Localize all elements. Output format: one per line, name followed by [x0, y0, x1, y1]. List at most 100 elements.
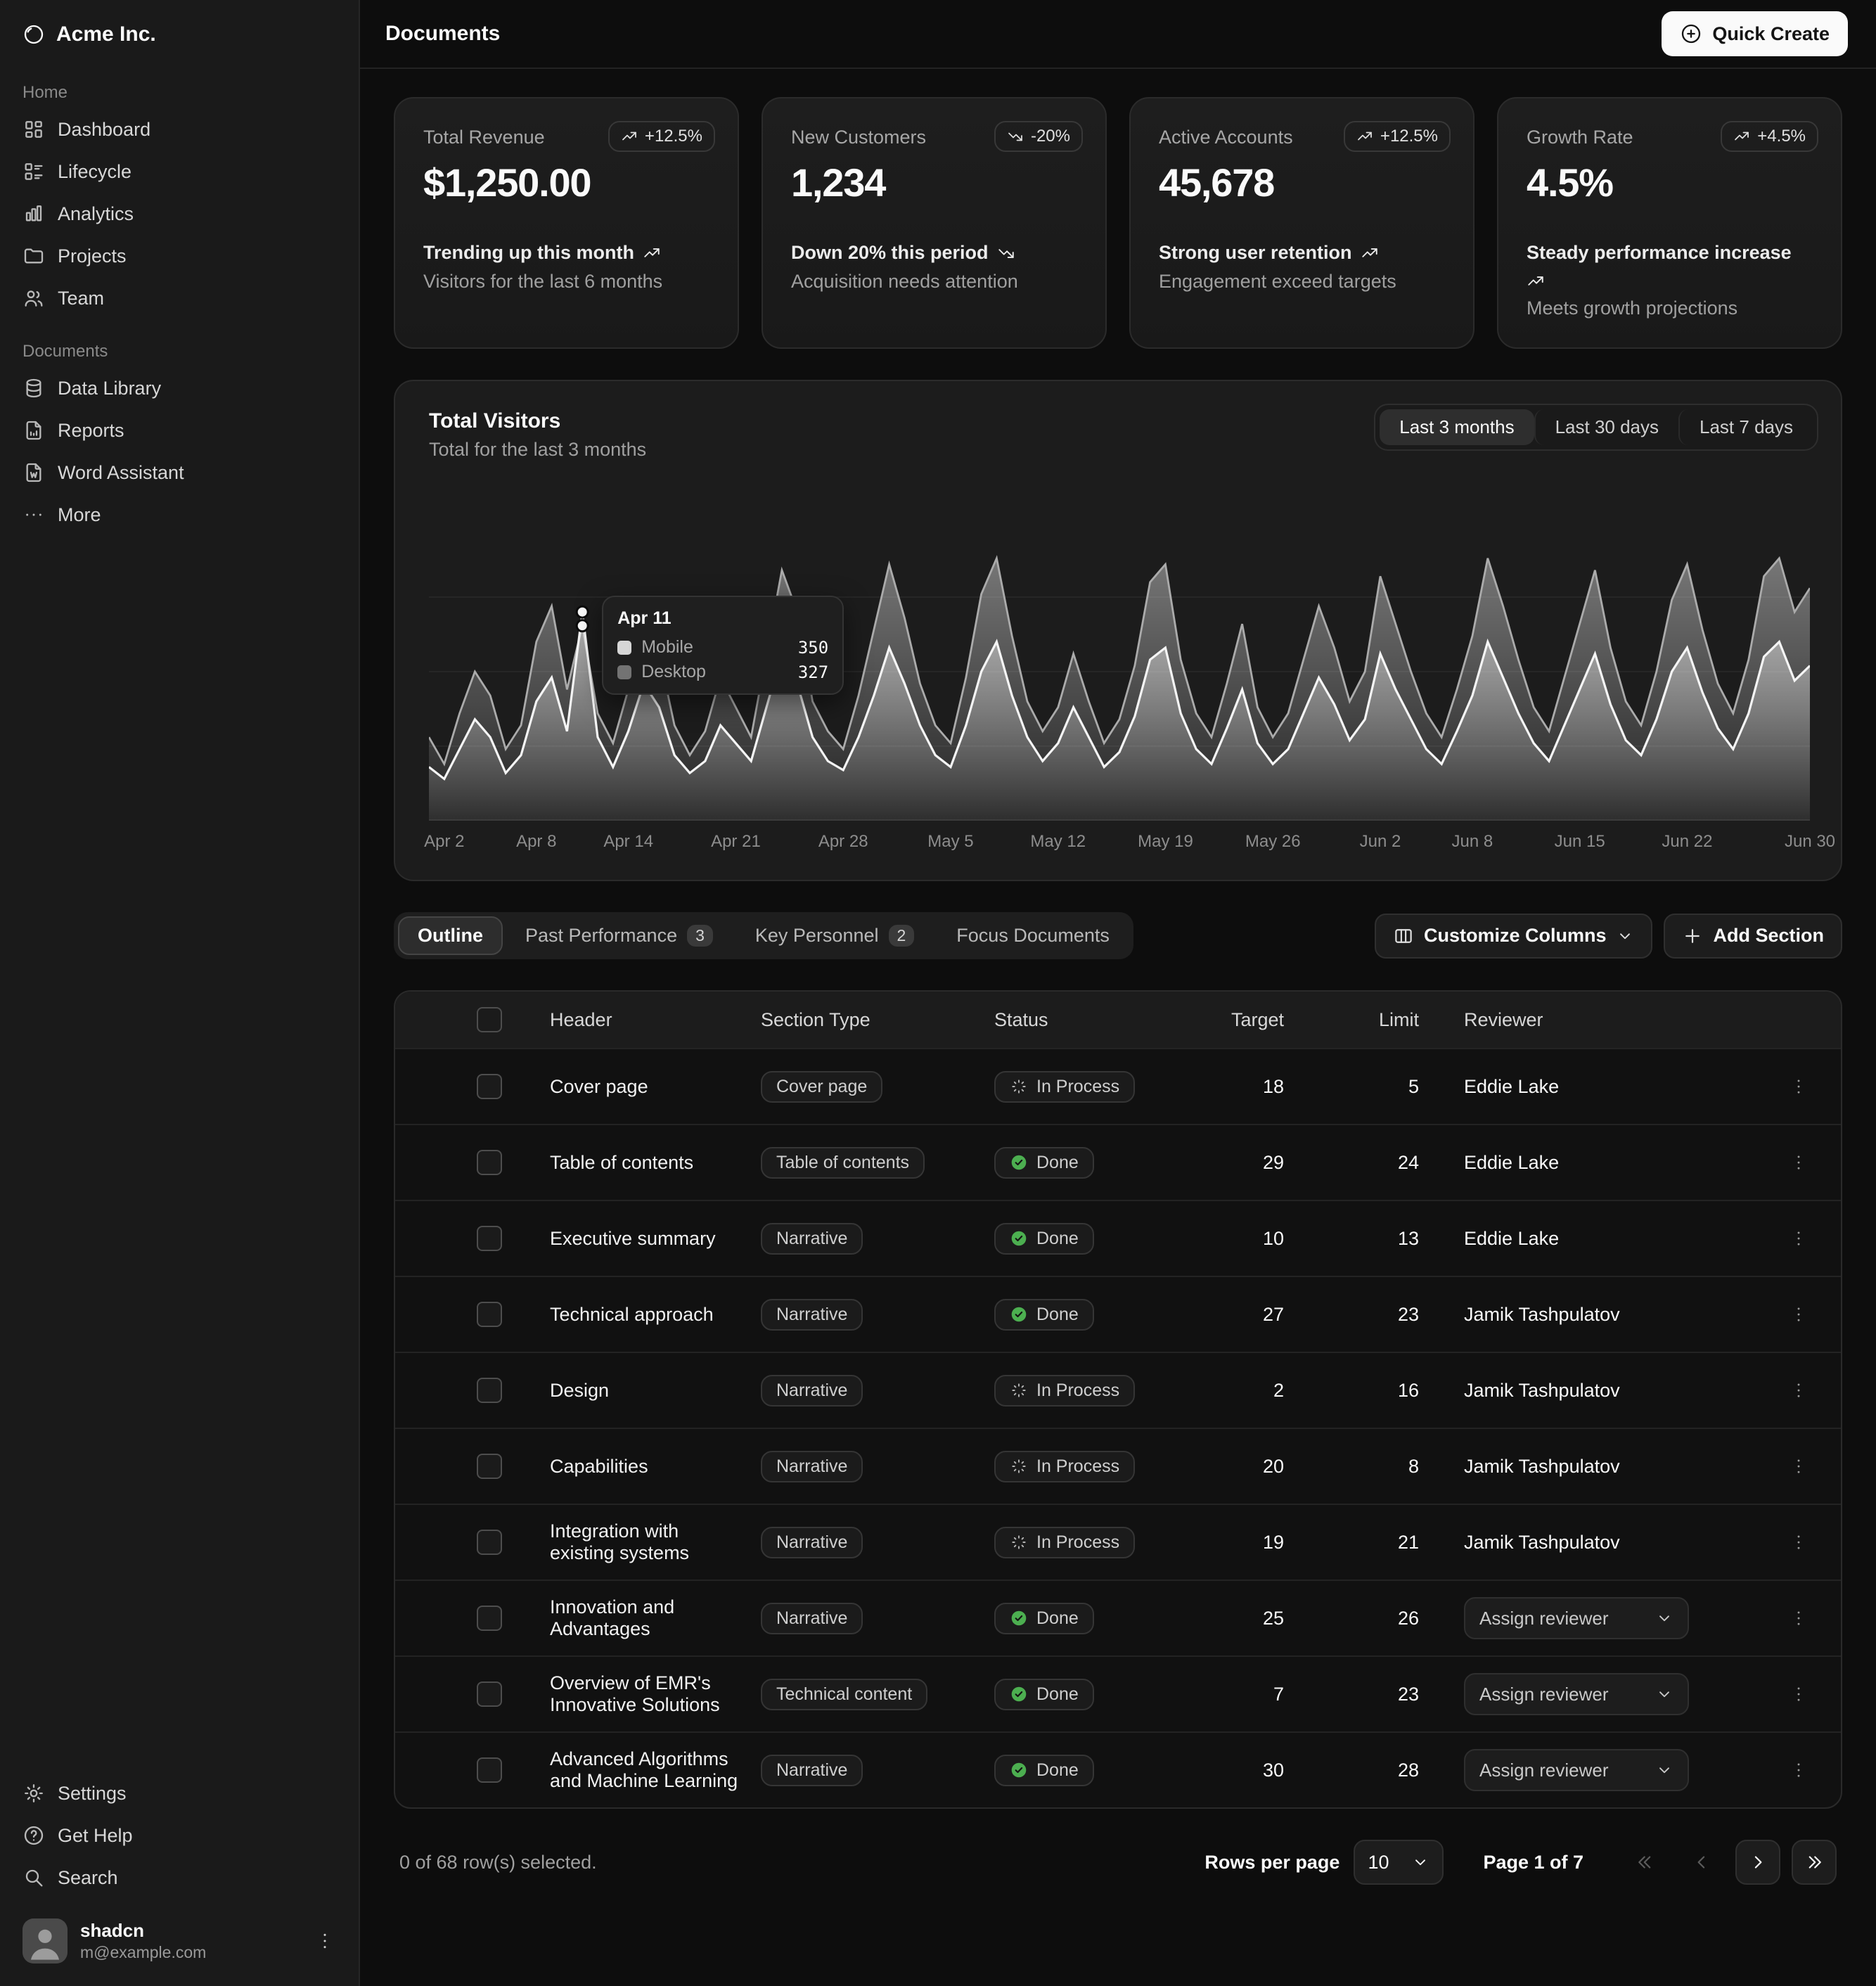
- section-title[interactable]: Advanced Algorithms and Machine Learning: [550, 1748, 738, 1791]
- x-axis-label: Apr 14: [603, 832, 653, 852]
- sidebar-item-label: Reports: [58, 420, 124, 442]
- quick-create-button[interactable]: Quick Create: [1662, 11, 1848, 56]
- assign-reviewer-select[interactable]: Assign reviewer: [1464, 1673, 1689, 1715]
- row-checkbox[interactable]: [477, 1606, 502, 1631]
- sidebar-item-analytics[interactable]: Analytics: [11, 193, 347, 235]
- help-icon: [23, 1824, 45, 1847]
- section-title[interactable]: Overview of EMR's Innovative Solutions: [550, 1672, 720, 1715]
- table-row: Table of contentsTable of contentsDone29…: [395, 1125, 1841, 1200]
- tab-past-performance[interactable]: Past Performance3: [506, 916, 733, 955]
- cell-header: Integration with existing systems: [539, 1504, 750, 1580]
- row-checkbox[interactable]: [477, 1530, 502, 1555]
- row-menu-button[interactable]: [1782, 1298, 1815, 1331]
- sidebar-item-team[interactable]: Team: [11, 277, 347, 319]
- chevrons-right-icon: [1804, 1852, 1825, 1873]
- sidebar-footer-nav: Settings Get Help Search: [11, 1772, 347, 1899]
- sidebar-item-settings[interactable]: Settings: [11, 1772, 347, 1814]
- last-page-button[interactable]: [1792, 1840, 1837, 1885]
- row-checkbox[interactable]: [477, 1074, 502, 1099]
- sidebar-item-search[interactable]: Search: [11, 1857, 347, 1899]
- cell-limit: 21: [1309, 1504, 1444, 1580]
- section-type-badge: Cover page: [761, 1071, 882, 1103]
- status-badge: Done: [994, 1147, 1094, 1179]
- sidebar-item-get-help[interactable]: Get Help: [11, 1814, 347, 1857]
- cell-limit: 23: [1309, 1276, 1444, 1352]
- cell-limit: 24: [1309, 1125, 1444, 1200]
- user-menu-icon[interactable]: [314, 1930, 336, 1952]
- range-last-7-days[interactable]: Last 7 days: [1678, 409, 1813, 445]
- row-menu-button[interactable]: [1782, 1754, 1815, 1786]
- row-menu-button[interactable]: [1782, 1678, 1815, 1710]
- section-title[interactable]: Cover page: [550, 1076, 648, 1097]
- sidebar-item-more[interactable]: More: [11, 494, 347, 536]
- assign-reviewer-select[interactable]: Assign reviewer: [1464, 1597, 1689, 1639]
- select-all-checkbox[interactable]: [477, 1007, 502, 1032]
- assign-reviewer-select[interactable]: Assign reviewer: [1464, 1749, 1689, 1791]
- row-menu-button[interactable]: [1782, 1146, 1815, 1179]
- sidebar-item-label: Get Help: [58, 1825, 133, 1847]
- next-page-button[interactable]: [1735, 1840, 1780, 1885]
- section-title[interactable]: Innovation and Advantages: [550, 1596, 674, 1639]
- row-checkbox[interactable]: [477, 1454, 502, 1479]
- lifecycle-icon: [23, 160, 45, 183]
- cell-drag: [395, 1732, 465, 1807]
- brand[interactable]: Acme Inc.: [11, 11, 347, 60]
- row-checkbox[interactable]: [477, 1302, 502, 1327]
- row-menu-button[interactable]: [1782, 1222, 1815, 1255]
- table-row: DesignNarrativeIn Process216Jamik Tashpu…: [395, 1352, 1841, 1428]
- row-checkbox[interactable]: [477, 1681, 502, 1707]
- sidebar-item-dashboard[interactable]: Dashboard: [11, 108, 347, 150]
- stat-footer-title: Strong user retention: [1159, 242, 1445, 264]
- tab-count-badge: 3: [687, 925, 713, 947]
- columns-icon: [1393, 925, 1414, 947]
- column-header-target: Target: [1188, 992, 1309, 1049]
- section-title[interactable]: Capabilities: [550, 1456, 648, 1477]
- row-menu-button[interactable]: [1782, 1602, 1815, 1634]
- add-section-button[interactable]: Add Section: [1664, 914, 1842, 959]
- tab-key-personnel[interactable]: Key Personnel2: [735, 916, 934, 955]
- rows-per-page-select[interactable]: 10: [1354, 1840, 1444, 1885]
- row-checkbox[interactable]: [477, 1150, 502, 1175]
- customize-columns-button[interactable]: Customize Columns: [1375, 914, 1653, 959]
- sidebar-item-projects[interactable]: Projects: [11, 235, 347, 277]
- visitors-chart[interactable]: Apr 11 Mobile350Desktop327: [429, 497, 1807, 821]
- sidebar-item-word-assistant[interactable]: Word Assistant: [11, 451, 347, 494]
- row-checkbox[interactable]: [477, 1757, 502, 1783]
- row-checkbox[interactable]: [477, 1226, 502, 1251]
- row-menu-button[interactable]: [1782, 1070, 1815, 1103]
- row-menu-button[interactable]: [1782, 1450, 1815, 1482]
- cell-drag: [395, 1352, 465, 1428]
- sidebar-item-data-library[interactable]: Data Library: [11, 367, 347, 409]
- section-title[interactable]: Executive summary: [550, 1228, 716, 1249]
- sidebar-item-label: Analytics: [58, 203, 134, 225]
- cell-drag: [395, 1125, 465, 1200]
- dots-vertical-icon: [1788, 1760, 1809, 1781]
- status-badge: Done: [994, 1299, 1094, 1331]
- cell-reviewer: Assign reviewer: [1444, 1580, 1756, 1656]
- cell-status: Done: [983, 1200, 1188, 1276]
- sidebar-item-lifecycle[interactable]: Lifecycle: [11, 150, 347, 193]
- sidebar-item-label: Lifecycle: [58, 161, 131, 183]
- tab-focus-documents[interactable]: Focus Documents: [937, 916, 1129, 955]
- range-last-3-months[interactable]: Last 3 months: [1380, 409, 1534, 445]
- column-header-actions: [1756, 992, 1841, 1049]
- sidebar-item-label: Data Library: [58, 378, 161, 399]
- tab-outline[interactable]: Outline: [398, 916, 503, 955]
- cell-actions: [1756, 1125, 1841, 1200]
- section-type-badge: Narrative: [761, 1375, 863, 1407]
- range-last-30-days[interactable]: Last 30 days: [1534, 409, 1678, 445]
- sidebar-item-reports[interactable]: Reports: [11, 409, 347, 451]
- section-title[interactable]: Design: [550, 1380, 609, 1401]
- row-checkbox[interactable]: [477, 1378, 502, 1403]
- tab-count-badge: 2: [889, 925, 915, 947]
- trend-up-icon: [1356, 128, 1373, 145]
- row-menu-button[interactable]: [1782, 1526, 1815, 1558]
- section-title[interactable]: Technical approach: [550, 1304, 714, 1325]
- user-card[interactable]: shadcn m@example.com: [11, 1907, 347, 1975]
- x-axis: Apr 2Apr 8Apr 14Apr 21Apr 28May 5May 12M…: [429, 832, 1807, 860]
- row-menu-button[interactable]: [1782, 1374, 1815, 1407]
- section-title[interactable]: Integration with existing systems: [550, 1520, 689, 1563]
- section-title[interactable]: Table of contents: [550, 1152, 693, 1173]
- sidebar-nav: HomeDashboardLifecycleAnalyticsProjectsT…: [11, 60, 347, 536]
- chart-tooltip: Apr 11 Mobile350Desktop327: [602, 596, 844, 695]
